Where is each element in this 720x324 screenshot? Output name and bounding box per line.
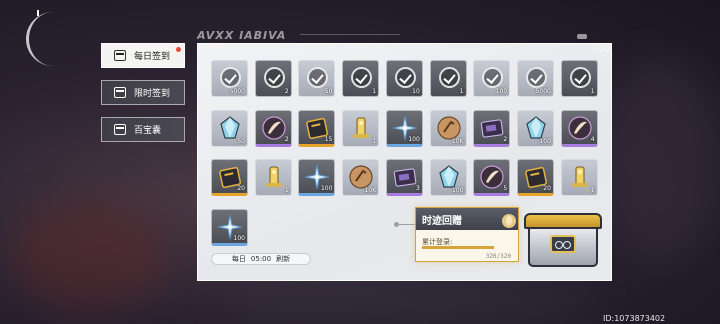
reward-quantity: 2 — [503, 135, 508, 143]
claimed-check-icon — [525, 67, 547, 88]
calendar-icon — [114, 50, 126, 61]
reward-slot[interactable]: 4 — [560, 109, 598, 147]
reward-quantity: 1 — [590, 88, 595, 95]
accumulate-title: 时迹回赠 — [422, 215, 462, 227]
divider — [300, 34, 400, 35]
reward-quantity: 5000 — [229, 88, 245, 95]
reward-slot[interactable]: 50 — [298, 60, 336, 97]
background-glow — [220, 280, 600, 320]
treasure-chest[interactable] — [522, 213, 604, 271]
progress-text: 320/320 — [485, 253, 511, 260]
reward-slot[interactable]: 20 — [516, 159, 554, 196]
refresh-info: 每日 05:00 刷新 — [211, 253, 311, 265]
reward-quantity: 3 — [415, 185, 420, 192]
background-glow — [10, 200, 170, 310]
tab-label: 每日签到 — [134, 52, 171, 62]
back-button[interactable] — [26, 12, 56, 66]
chest-lock-icon — [550, 235, 576, 253]
reward-quantity: 2 — [284, 88, 289, 95]
reward-quantity: 100 — [233, 234, 245, 242]
reward-quantity: 1 — [372, 137, 377, 145]
reward-slot[interactable]: 50 — [211, 109, 248, 147]
reward-slot[interactable]: 5 — [473, 159, 511, 196]
reward-slot[interactable]: 1 — [254, 159, 292, 196]
close-indicator[interactable] — [577, 34, 587, 39]
reward-slot[interactable]: 2 — [254, 60, 292, 97]
reward-quantity: 20 — [237, 185, 245, 192]
tab-treasure-bag[interactable]: 百宝囊 — [101, 117, 185, 142]
reward-slot[interactable]: 10K — [429, 109, 467, 147]
user-id: ID:1073873402 — [603, 314, 666, 323]
back-arrow-icon — [37, 10, 39, 16]
reward-quantity: 10 — [412, 88, 420, 95]
reward-slot[interactable]: 2 — [473, 109, 511, 147]
claimed-check-icon — [394, 67, 416, 88]
reward-slot[interactable]: 5000 — [516, 60, 554, 97]
reward-quantity: 1 — [590, 187, 595, 194]
reward-quantity: 5 — [503, 185, 508, 192]
claimed-check-icon — [220, 67, 241, 88]
claimed-check-icon — [307, 67, 329, 88]
reward-slot[interactable]: 1 — [560, 60, 598, 97]
refresh-prefix: 每日 — [231, 255, 246, 263]
reward-quantity: 10K — [364, 187, 377, 194]
claimed-check-icon — [351, 67, 373, 88]
claimed-check-icon — [438, 67, 460, 88]
reward-slot[interactable]: 1 — [429, 60, 467, 97]
connector-line — [394, 222, 415, 227]
reward-slot[interactable]: 10 — [385, 60, 423, 97]
claimed-check-icon — [569, 67, 591, 88]
reward-slot[interactable]: 10K — [342, 159, 380, 196]
reward-slot[interactable]: 100 — [473, 60, 511, 97]
background-glow — [600, 60, 720, 260]
chest-lid — [524, 213, 602, 229]
reward-quantity: 4 — [590, 135, 595, 143]
reward-quantity: 100 — [408, 135, 420, 143]
progress-fill — [422, 246, 494, 249]
reward-quantity: 1 — [284, 187, 289, 194]
reward-slot[interactable]: 1 — [560, 159, 598, 196]
reward-quantity: 2 — [284, 135, 289, 143]
progress-bar — [422, 246, 494, 249]
decorative-hatch — [596, 44, 612, 52]
reward-quantity: 15 — [324, 135, 333, 143]
reward-slot[interactable]: 3 — [385, 159, 423, 196]
claimed-check-icon — [263, 67, 285, 88]
reward-quantity: 100 — [495, 88, 508, 95]
reward-slot[interactable]: 100 — [429, 159, 467, 196]
reward-quantity: 20 — [543, 185, 551, 192]
reward-quantity: 1 — [459, 88, 464, 95]
title-decoration: AVXX IABIVA — [197, 29, 287, 42]
reward-slot[interactable]: 20 — [211, 159, 248, 196]
tab-daily-checkin[interactable]: 每日签到 — [101, 43, 185, 68]
reward-slot[interactable]: 100 — [516, 109, 554, 147]
reward-slot[interactable]: 2 — [254, 109, 292, 147]
reward-slot[interactable]: 15 — [298, 109, 336, 147]
reward-slot[interactable]: 100 — [211, 208, 248, 246]
tab-limited-checkin[interactable]: 限时签到 — [101, 80, 185, 105]
refresh-time: 05:00 — [250, 255, 272, 263]
reward-slot[interactable]: 5000 — [211, 60, 248, 97]
reward-slot[interactable]: 1 — [342, 60, 380, 97]
reward-slot[interactable]: 100 — [298, 159, 336, 196]
calendar-icon — [114, 87, 126, 98]
reward-quantity: 5000 — [535, 88, 551, 95]
accumulate-reward-card[interactable]: 时迹回赠 累计登录: 320/320 — [415, 207, 519, 262]
reward-quantity: 50 — [237, 137, 245, 145]
hand-icon — [502, 214, 516, 228]
reward-quantity: 10K — [451, 137, 464, 145]
bag-icon — [114, 124, 126, 135]
notification-dot — [176, 47, 181, 52]
refresh-suffix: 刷新 — [276, 255, 291, 263]
reward-quantity: 1 — [372, 88, 377, 95]
claimed-check-icon — [482, 67, 504, 88]
tab-label: 限时签到 — [134, 89, 171, 99]
reward-quantity: 50 — [324, 88, 333, 95]
reward-quantity: 100 — [452, 187, 464, 194]
reward-quantity: 100 — [539, 137, 551, 145]
reward-quantity: 100 — [320, 185, 333, 192]
reward-slot[interactable]: 1 — [342, 109, 380, 147]
tab-label: 百宝囊 — [134, 126, 162, 136]
reward-slot[interactable]: 100 — [385, 109, 423, 147]
